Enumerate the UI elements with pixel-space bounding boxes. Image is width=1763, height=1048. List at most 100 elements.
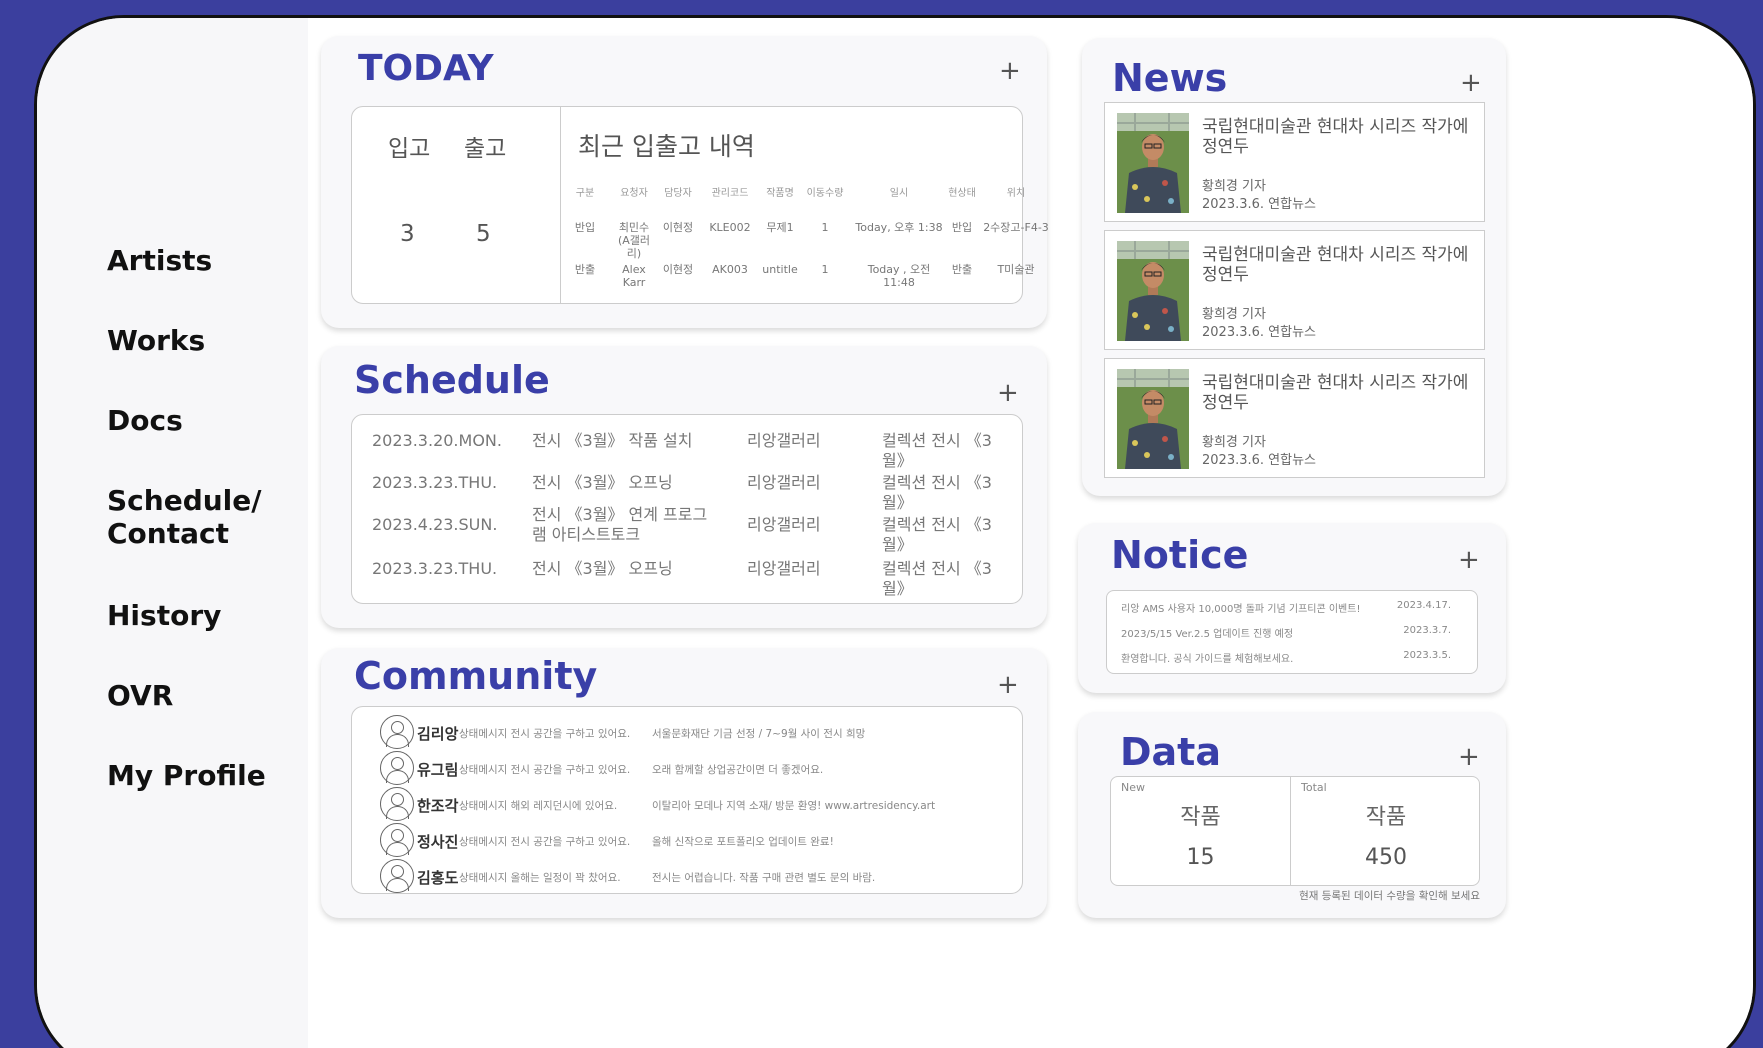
- col-header: 이동수량: [806, 188, 844, 199]
- member-status: 상태메시지 해외 레지던시에 있어요.: [459, 800, 618, 812]
- notice-date: 2023.4.17.: [1396, 600, 1451, 611]
- col-header: 작품명: [766, 188, 794, 199]
- nav-ovr[interactable]: OVR: [107, 679, 266, 759]
- app-frame: Artists Works Docs Schedule/ Contact His…: [34, 15, 1756, 1048]
- nav-schedule-label-1: Schedule/: [107, 484, 262, 517]
- nav-works[interactable]: Works: [107, 324, 266, 404]
- schedule-exhibition: 컬렉션 전시 《3월》: [882, 515, 992, 554]
- out-label: 출고: [464, 136, 507, 162]
- main-area: TODAY + 입고 출고 3 5 최근 입출고 내역 구분 요청자 담당자 관…: [308, 18, 1753, 1048]
- data-total-kind: 작품: [1365, 805, 1407, 830]
- member-name: 정사진: [417, 833, 459, 851]
- table-cell: 반입: [574, 221, 596, 234]
- community-row[interactable]: 한조각 상태메시지 해외 레지던시에 있어요. 이탈리아 모데나 지역 소재/ …: [380, 785, 1040, 825]
- col-header: 현상태: [948, 188, 976, 199]
- community-row[interactable]: 유그림 상태메시지 전시 공간을 구하고 있어요. 오래 함께할 상업공간이면 …: [380, 749, 1040, 789]
- community-row[interactable]: 정사진 상태메시지 전시 공간을 구하고 있어요. 올해 신작으로 포트폴리오 …: [380, 821, 1040, 861]
- schedule-event: 전시 《3월》 연계 프로그램 아티스트토크: [532, 505, 708, 544]
- community-add-button[interactable]: +: [997, 670, 1019, 700]
- schedule-panel: 2023.3.20.MON. 전시 《3월》 작품 설치 리앙갤러리 컬렉션 전…: [351, 414, 1023, 604]
- table-row[interactable]: 반입 최민수 (A갤러리) 이현정 KLE002 무제1 1 Today, 오후…: [574, 221, 1049, 263]
- data-add-button[interactable]: +: [1458, 742, 1480, 772]
- table-cell: 2수장고-F4-3: [983, 221, 1049, 234]
- community-row[interactable]: 김리앙 상태메시지 전시 공간을 구하고 있어요. 서울문화재단 기금 선정 /…: [380, 713, 1040, 753]
- nav-artists[interactable]: Artists: [107, 244, 266, 324]
- data-new-kind: 작품: [1180, 805, 1221, 830]
- member-name: 김리앙: [417, 725, 459, 743]
- table-cell: 반출: [574, 263, 596, 276]
- news-item[interactable]: 국립현대미술관 현대차 시리즈 작가에 정연두 황희경 기자 2023.3.6.…: [1104, 230, 1485, 350]
- nav-history[interactable]: History: [107, 599, 266, 679]
- news-date: 2023.3.6. 연합뉴스: [1202, 325, 1316, 340]
- data-total-value: 450: [1365, 845, 1407, 870]
- nav-my-profile[interactable]: My Profile: [107, 759, 266, 839]
- news-headline: 국립현대미술관 현대차 시리즈 작가에 정연두: [1202, 117, 1469, 157]
- news-item[interactable]: 국립현대미술관 현대차 시리즈 작가에 정연두 황희경 기자 2023.3.6.…: [1104, 358, 1485, 478]
- today-title: TODAY: [358, 48, 494, 89]
- today-counts: 입고 출고 3 5: [352, 107, 561, 303]
- schedule-date: 2023.4.23.SUN.: [372, 515, 498, 534]
- today-add-button[interactable]: +: [999, 56, 1021, 86]
- table-header: 구분 요청자 담당자 관리코드 작품명 이동수량 일시 현상태 위치: [574, 187, 1034, 209]
- table-cell: Alex Karr: [622, 263, 646, 289]
- recent-history-title: 최근 입출고 내역: [578, 132, 755, 161]
- data-total-label: Total: [1301, 781, 1327, 794]
- table-cell: 1: [821, 263, 829, 276]
- data-new: New 작품 15: [1111, 777, 1291, 885]
- schedule-venue: 리앙갤러리: [747, 559, 821, 578]
- notice-text: 2023/5/15 Ver.2.5 업데이트 진행 예정: [1121, 629, 1294, 640]
- table-cell: 최민수 (A갤러리): [617, 221, 651, 260]
- recent-history-table: 구분 요청자 담당자 관리코드 작품명 이동수량 일시 현상태 위치 반입 최민…: [574, 187, 1049, 305]
- table-cell: Today , 오전 11:48: [867, 263, 931, 289]
- nav-schedule-contact[interactable]: Schedule/ Contact: [107, 484, 266, 599]
- notice-text: 환영합니다. 공식 가이드를 체험해보세요.: [1121, 654, 1294, 665]
- notice-row[interactable]: 2023/5/15 Ver.2.5 업데이트 진행 예정 2023.3.7.: [1121, 625, 1463, 645]
- news-card: News + 국립현대미술관 현대차 시리즈 작가에 정연두 황희경 기자 20…: [1082, 38, 1506, 496]
- table-cell: 1: [821, 221, 829, 234]
- table-cell: 반출: [951, 263, 973, 276]
- notice-date: 2023.3.7.: [1403, 625, 1451, 636]
- news-author: 황희경 기자: [1202, 435, 1266, 450]
- table-cell: 반입: [951, 221, 973, 234]
- schedule-exhibition: 컬렉션 전시 《3월》: [882, 559, 992, 598]
- notice-card: Notice + 리앙 AMS 사용자 10,000명 돌파 기념 기프티콘 이…: [1078, 523, 1506, 693]
- notice-row[interactable]: 환영합니다. 공식 가이드를 체험해보세요. 2023.3.5.: [1121, 650, 1463, 670]
- notice-row[interactable]: 리앙 AMS 사용자 10,000명 돌파 기념 기프티콘 이벤트! 2023.…: [1121, 600, 1463, 620]
- community-title: Community: [354, 654, 598, 698]
- news-photo: [1117, 369, 1189, 469]
- out-count: 5: [476, 221, 491, 247]
- community-panel: 김리앙 상태메시지 전시 공간을 구하고 있어요. 서울문화재단 기금 선정 /…: [351, 706, 1023, 894]
- news-item[interactable]: 국립현대미술관 현대차 시리즈 작가에 정연두 황희경 기자 2023.3.6.…: [1104, 102, 1485, 222]
- col-header: 일시: [889, 188, 909, 199]
- table-row[interactable]: 반출 Alex Karr 이현정 AK003 untitle 1 Today ,…: [574, 263, 1035, 305]
- schedule-date: 2023.3.20.MON.: [372, 431, 502, 450]
- in-count: 3: [400, 221, 415, 247]
- avatar-icon: [380, 787, 414, 821]
- news-author: 황희경 기자: [1202, 179, 1266, 194]
- news-headline: 국립현대미술관 현대차 시리즈 작가에 정연두: [1202, 245, 1469, 285]
- schedule-row[interactable]: 2023.3.20.MON. 전시 《3월》 작품 설치 리앙갤러리 컬렉션 전…: [372, 431, 1002, 477]
- col-header: 위치: [1006, 188, 1026, 199]
- table-cell: KLE002: [709, 221, 751, 234]
- avatar-icon: [380, 715, 414, 749]
- data-new-label: New: [1121, 781, 1145, 794]
- member-status: 상태메시지 전시 공간을 구하고 있어요.: [459, 728, 631, 740]
- today-panel: 입고 출고 3 5 최근 입출고 내역 구분 요청자 담당자 관리코드 작품명 …: [351, 106, 1049, 304]
- data-new-value: 15: [1186, 845, 1215, 870]
- community-row[interactable]: 김홍도 상태메시지 올해는 일정이 꽉 찼어요. 전시는 어렵습니다. 작품 구…: [380, 857, 1040, 897]
- schedule-event: 전시 《3월》 작품 설치: [532, 431, 693, 450]
- avatar-icon: [380, 859, 414, 893]
- news-add-button[interactable]: +: [1460, 68, 1482, 98]
- schedule-date: 2023.3.23.THU.: [372, 473, 498, 492]
- member-message: 올해 신작으로 포트폴리오 업데이트 완료!: [652, 836, 834, 848]
- member-status: 상태메시지 올해는 일정이 꽉 찼어요.: [459, 872, 621, 884]
- table-cell: 무제1: [766, 221, 794, 234]
- schedule-add-button[interactable]: +: [997, 378, 1019, 408]
- notice-add-button[interactable]: +: [1458, 545, 1480, 575]
- col-header: 구분: [575, 188, 595, 199]
- notice-date: 2023.3.5.: [1403, 650, 1451, 661]
- schedule-row[interactable]: 2023.3.23.THU. 전시 《3월》 오프닝 리앙갤러리 컬렉션 전시 …: [372, 559, 1002, 605]
- nav-docs[interactable]: Docs: [107, 404, 266, 484]
- avatar-icon: [380, 823, 414, 857]
- schedule-row[interactable]: 2023.4.23.SUN. 전시 《3월》 연계 프로그램 아티스트토크 리앙…: [372, 505, 1002, 554]
